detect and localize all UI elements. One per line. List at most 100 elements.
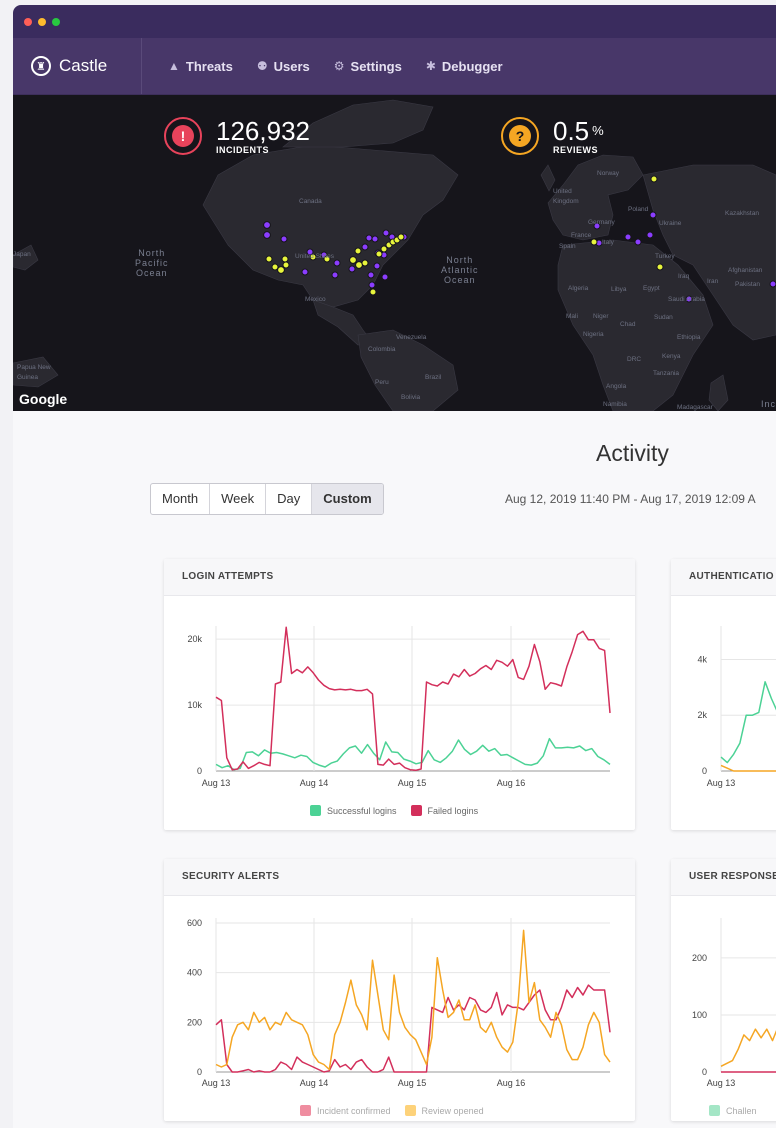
- map-label-iraq: Iraq: [678, 273, 690, 280]
- nav-settings[interactable]: ⚙ Settings: [334, 59, 402, 74]
- map-label-ukraine: Ukraine: [659, 220, 682, 227]
- y-tick-label: 400: [187, 968, 202, 978]
- map-label-venezuela: Venezuela: [396, 334, 427, 341]
- x-tick-label: Aug 15: [398, 778, 427, 788]
- map-label-uk: United Kingdom: [553, 188, 579, 205]
- legend-swatch-challenge: [709, 1105, 720, 1116]
- map-label-france: France: [571, 232, 592, 239]
- map-label-colombia: Colombia: [368, 346, 396, 353]
- series-line: [720, 1028, 776, 1067]
- period-custom-button[interactable]: Custom: [312, 484, 383, 514]
- window-titlebar: [13, 5, 776, 38]
- map-label-algeria: Algeria: [568, 285, 589, 292]
- activity-title: Activity: [596, 440, 669, 466]
- date-range-picker[interactable]: Aug 12, 2019 11:40 PM - Aug 17, 2019 12:…: [505, 492, 756, 506]
- security-alerts-chart[interactable]: 0 200 400 600 Aug 13 Aug 14 Aug 15 Aug 16: [164, 896, 635, 1121]
- security-alerts-card: SECURITY ALERTS 0 200 400 600 Aug 13 Aug 14 Au…: [164, 859, 635, 1121]
- nav-debugger[interactable]: ✱ Debugger: [426, 59, 503, 74]
- threat-map[interactable]: North Pacific Ocean North Atlantic Ocean Can…: [13, 95, 776, 411]
- close-window-button[interactable]: [24, 18, 32, 26]
- user-response-title: USER RESPONSE: [671, 859, 776, 896]
- nav-threats[interactable]: ▲ Threats: [168, 59, 233, 74]
- legend-swatch-review: [404, 1105, 416, 1116]
- legend-failed-logins[interactable]: Failed logins: [428, 806, 479, 816]
- reviews-ring: ?: [501, 117, 539, 155]
- y-tick-label: 0: [197, 766, 202, 776]
- map-label-namibia: Namibia: [603, 401, 627, 408]
- x-tick-label: Aug 13: [202, 1078, 231, 1088]
- x-tick-label: Aug 15: [398, 1078, 427, 1088]
- top-navbar: ♜ Castle ▲ Threats ⚉ Users ⚙ Settings ✱ …: [13, 38, 776, 95]
- x-tick-label: Aug 13: [202, 778, 231, 788]
- google-map-attribution: Google: [19, 391, 68, 407]
- series-line: [720, 681, 776, 764]
- login-attempts-card: LOGIN ATTEMPTS 0 10k 20k Aug 13 Aug 14 Aug 15…: [164, 559, 635, 830]
- maximize-window-button[interactable]: [52, 18, 60, 26]
- login-attempts-chart[interactable]: 0 10k 20k Aug 13 Aug 14 Aug 15 Aug 16: [164, 596, 635, 830]
- nav-threats-label: Threats: [185, 58, 233, 74]
- map-label-germany: Germany: [588, 219, 615, 226]
- nav-users[interactable]: ⚉ Users: [257, 59, 310, 74]
- brand-name: Castle: [59, 56, 108, 75]
- legend-incident-confirmed[interactable]: Incident confirmed: [317, 1106, 391, 1116]
- map-label-mexico: Mexico: [305, 296, 326, 303]
- y-tick-label: 100: [692, 1010, 707, 1020]
- legend-swatch-incident: [300, 1105, 311, 1116]
- x-tick-label: Aug 13: [707, 778, 736, 788]
- alert-icon: !: [172, 125, 194, 147]
- brand-logo-link[interactable]: ♜ Castle: [31, 38, 142, 94]
- incidents-stat[interactable]: ! 126,932 INCIDENTS: [164, 117, 310, 155]
- reviews-unit: %: [592, 122, 604, 138]
- gear-icon: ⚙: [333, 59, 345, 73]
- map-label-united-states: United States: [295, 253, 335, 260]
- castle-logo-icon: ♜: [31, 56, 51, 76]
- legend-successful-logins[interactable]: Successful logins: [327, 806, 397, 816]
- map-label-chad: Chad: [620, 321, 636, 328]
- map-label-ethiopia: Ethiopia: [677, 334, 701, 341]
- y-tick-label: 200: [187, 1017, 202, 1027]
- map-label-turkey: Turkey: [655, 253, 675, 260]
- legend-challenge[interactable]: Challen: [726, 1106, 757, 1116]
- authentication-title: AUTHENTICATIO: [671, 559, 776, 596]
- map-label-sudan: Sudan: [654, 314, 673, 321]
- map-label-afghanistan: Afghanistan: [728, 267, 763, 274]
- user-response-chart[interactable]: 0 100 200 Aug 13: [671, 896, 776, 1121]
- y-tick-label: 0: [197, 1067, 202, 1077]
- map-label-niger: Niger: [593, 313, 609, 320]
- incidents-label: INCIDENTS: [216, 144, 270, 155]
- map-label-italy: Italy: [602, 239, 614, 246]
- y-tick-label: 0: [702, 766, 707, 776]
- security-alerts-legend: Incident confirmed Review opened: [300, 1105, 498, 1116]
- period-month-button[interactable]: Month: [151, 484, 211, 514]
- reviews-stat[interactable]: ? 0.5% REVIEWS: [501, 117, 604, 155]
- map-label-india: Inc: [761, 399, 776, 409]
- series-line: [720, 764, 776, 772]
- map-label-norway: Norway: [597, 170, 620, 177]
- legend-review-opened[interactable]: Review opened: [422, 1106, 484, 1116]
- period-week-button[interactable]: Week: [210, 484, 267, 514]
- map-label-north-pacific: North Pacific Ocean: [135, 248, 169, 278]
- nav-debugger-label: Debugger: [441, 58, 503, 74]
- y-tick-label: 2k: [697, 710, 707, 720]
- security-alerts-title: SECURITY ALERTS: [164, 859, 635, 896]
- map-label-kenya: Kenya: [662, 353, 681, 360]
- authentication-card: AUTHENTICATIO 0 2k 4k Aug 13: [671, 559, 776, 830]
- authentication-chart[interactable]: 0 2k 4k Aug 13: [671, 596, 776, 830]
- legend-swatch-failed: [410, 805, 422, 816]
- map-label-peru: Peru: [375, 379, 389, 386]
- period-day-button[interactable]: Day: [266, 484, 313, 514]
- map-label-poland: Poland: [628, 206, 649, 213]
- nav-users-label: Users: [273, 58, 310, 74]
- map-label-drc: DRC: [627, 356, 642, 363]
- map-label-pakistan: Pakistan: [735, 281, 760, 288]
- incidents-text: 126,932 INCIDENTS: [216, 118, 310, 155]
- warning-icon: ▲: [168, 59, 180, 73]
- reviews-value: 0.5%: [553, 115, 604, 146]
- map-label-bolivia: Bolivia: [401, 394, 421, 401]
- x-tick-label: Aug 14: [300, 778, 329, 788]
- map-label-egypt: Egypt: [643, 285, 660, 292]
- map-label-libya: Libya: [611, 286, 627, 293]
- x-tick-label: Aug 13: [707, 1078, 736, 1088]
- map-label-tanzania: Tanzania: [653, 370, 680, 377]
- minimize-window-button[interactable]: [38, 18, 46, 26]
